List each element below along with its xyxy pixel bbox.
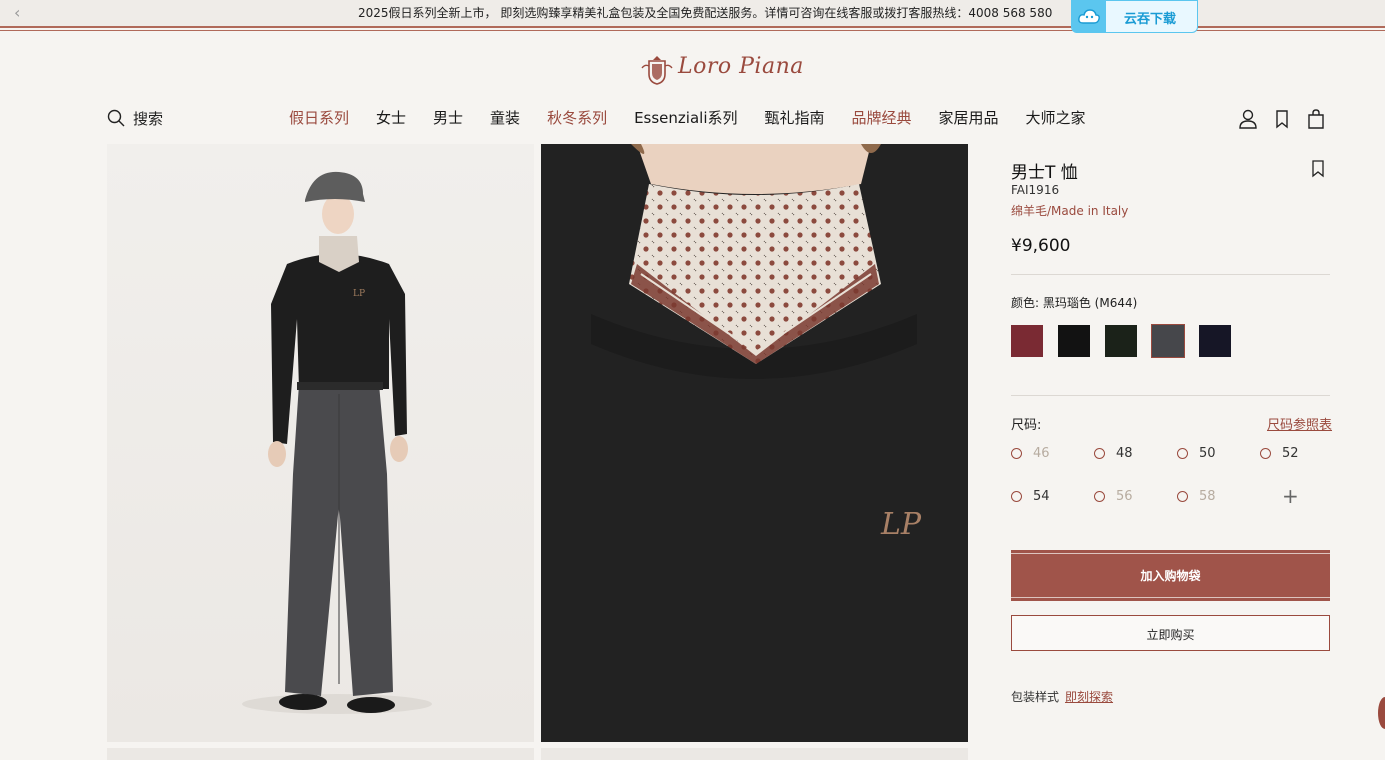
- packaging-row: 包装样式 即刻探索: [1011, 688, 1113, 705]
- search-label: 搜索: [133, 109, 164, 128]
- nav-item-kids[interactable]: 童装: [490, 107, 520, 129]
- color-swatch-dark-green[interactable]: [1105, 325, 1137, 357]
- add-to-bag-button[interactable]: 加入购物袋: [1011, 550, 1330, 601]
- nav-item-gift-guide[interactable]: 甄礼指南: [765, 107, 825, 129]
- radio-icon: [1094, 448, 1105, 459]
- color-swatch-black[interactable]: [1058, 325, 1090, 357]
- nav-item-home[interactable]: 家居用品: [939, 107, 999, 129]
- chat-widget-button[interactable]: [1378, 697, 1385, 729]
- divider: [1011, 395, 1330, 396]
- nav-item-icons[interactable]: 品牌经典: [852, 107, 912, 129]
- radio-icon: [1011, 448, 1022, 459]
- product-price: ¥9,600: [1011, 236, 1071, 256]
- size-option-54[interactable]: 54: [1011, 489, 1050, 504]
- product-title: 男士T 恤: [1011, 163, 1078, 183]
- svg-text:LP: LP: [353, 289, 365, 299]
- nav-item-fall-winter[interactable]: 秋冬系列: [547, 107, 607, 129]
- size-option-46[interactable]: 46: [1011, 446, 1050, 461]
- brand-wordmark: Loro Piana: [678, 54, 804, 79]
- product-image-full-body[interactable]: LP: [107, 144, 534, 742]
- header-actions: [1238, 108, 1340, 130]
- radio-icon: [1177, 448, 1188, 459]
- yuntun-cloud-icon: [1072, 1, 1106, 33]
- size-chart-link[interactable]: 尺码参照表: [1267, 414, 1332, 433]
- nav-item-women[interactable]: 女士: [376, 107, 406, 129]
- color-swatches: [1011, 324, 1246, 358]
- size-option-58[interactable]: 58: [1177, 489, 1216, 504]
- buy-now-button[interactable]: 立即购买: [1011, 615, 1330, 651]
- size-option-48[interactable]: 48: [1094, 446, 1133, 461]
- buy-now-label: 立即购买: [1146, 628, 1195, 642]
- brand-logo[interactable]: Loro Piana: [640, 52, 803, 88]
- nav-item-holiday[interactable]: 假日系列: [289, 107, 349, 129]
- product-image-closeup[interactable]: LP: [541, 144, 968, 742]
- product-image-3-partial[interactable]: [107, 748, 534, 760]
- closeup-illustration: LP: [541, 144, 968, 742]
- plus-icon[interactable]: +: [1282, 484, 1299, 508]
- announcement-text: 2025假日系列全新上市， 即刻选购臻享精美礼盒包装及全国免费配送服务。详情可咨…: [358, 6, 1053, 20]
- size-option-52[interactable]: 52: [1260, 446, 1299, 461]
- svg-text:LP: LP: [880, 507, 922, 542]
- color-swatch-navy[interactable]: [1199, 325, 1231, 357]
- product-image-4-partial[interactable]: [541, 748, 968, 760]
- account-icon[interactable]: [1238, 108, 1258, 130]
- radio-icon: [1094, 491, 1105, 502]
- add-to-bag-label: 加入购物袋: [1140, 569, 1201, 583]
- model-illustration: LP: [242, 171, 432, 714]
- search-button[interactable]: 搜索: [107, 108, 163, 128]
- packaging-label: 包装样式: [1011, 690, 1060, 704]
- main-nav: 假日系列 女士 男士 童装 秋冬系列 Essenziali系列 甄礼指南 品牌经…: [289, 107, 1113, 129]
- yuntun-download-label: 云吞下载: [1124, 12, 1177, 27]
- wishlist-icon[interactable]: [1272, 108, 1292, 130]
- brand-crest-icon: [641, 56, 673, 85]
- product-material: 绵羊毛/Made in Italy: [1011, 204, 1129, 218]
- nav-item-essenziali[interactable]: Essenziali系列: [634, 107, 737, 129]
- size-option-56[interactable]: 56: [1094, 489, 1133, 504]
- yuntun-download-button[interactable]: 云吞下载: [1071, 0, 1198, 33]
- nav-item-men[interactable]: 男士: [433, 107, 463, 129]
- size-label: 尺码:: [1011, 418, 1042, 433]
- nav-item-masters[interactable]: 大师之家: [1026, 107, 1086, 129]
- color-swatch-burgundy[interactable]: [1011, 325, 1043, 357]
- color-label: 颜色: 黑玛瑙色 (M644): [1011, 296, 1138, 310]
- divider: [1011, 274, 1330, 275]
- color-swatch-onyx-selected[interactable]: [1151, 324, 1185, 358]
- radio-icon: [1177, 491, 1188, 502]
- radio-icon: [1260, 448, 1271, 459]
- radio-icon: [1011, 491, 1022, 502]
- bookmark-icon[interactable]: [1311, 160, 1325, 178]
- chevron-left-icon[interactable]: ‹: [14, 3, 20, 22]
- shopping-bag-icon[interactable]: [1306, 108, 1326, 130]
- product-sku: FAI1916: [1011, 183, 1060, 197]
- size-option-50[interactable]: 50: [1177, 446, 1216, 461]
- search-icon: [107, 109, 125, 127]
- packaging-explore-link[interactable]: 即刻探索: [1065, 690, 1113, 704]
